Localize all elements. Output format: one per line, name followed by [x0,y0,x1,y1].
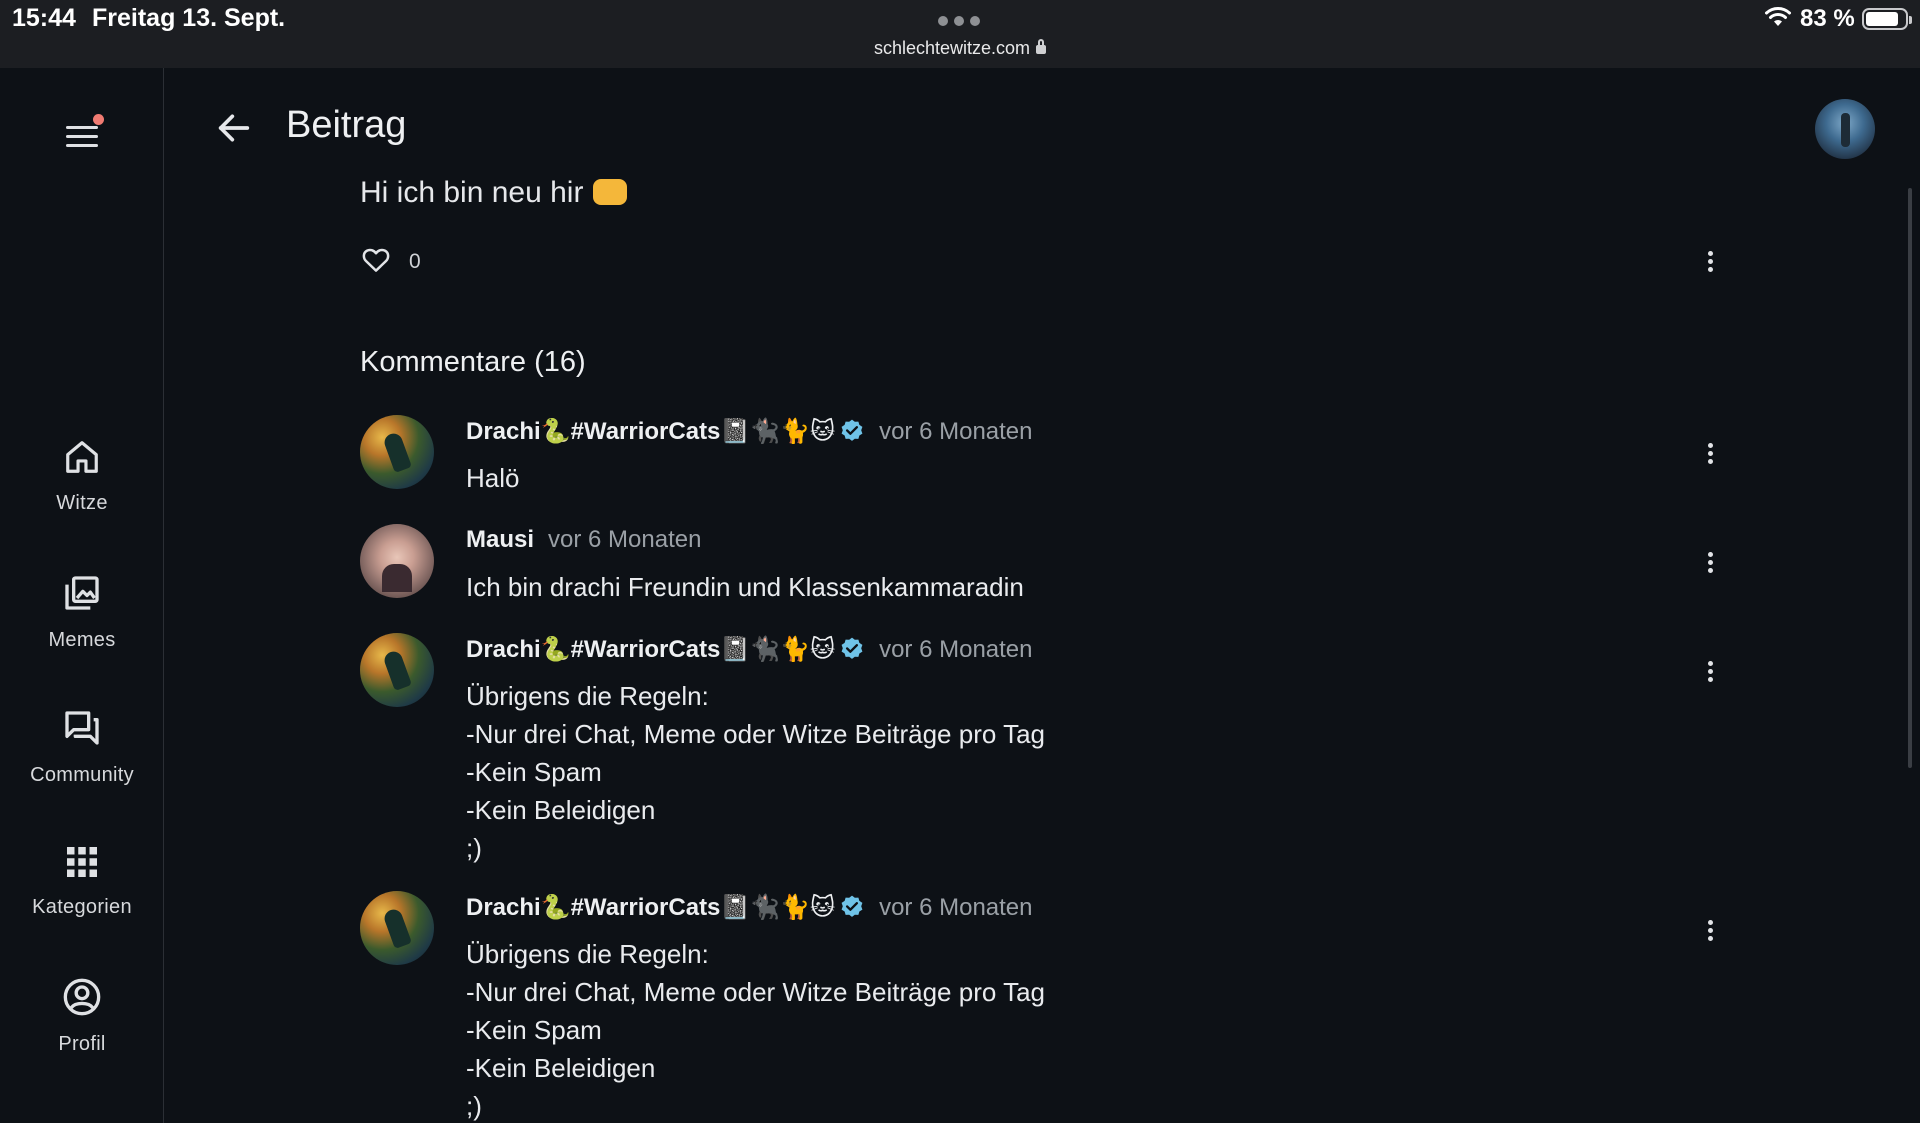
comment-avatar[interactable] [360,633,434,707]
verified-badge-icon [841,637,863,659]
battery-icon [1862,8,1912,30]
comment-body: Übrigens die Regeln: -Nur drei Chat, Mem… [466,681,1045,863]
nav-label: Profil [58,1033,106,1055]
nav-label: Community [30,764,134,786]
post-text: Hi ich bin neu hir [360,176,628,210]
comment-author[interactable]: Mausi [466,526,534,553]
status-bar: 15:44 Freitag 13. Sept. schlechtewitze.c… [0,0,1920,68]
nav-label: Memes [48,629,116,651]
comment-header: Drachi🐍#WarriorCats📓🐈‍⬛🐈🐱 vor 6 Monaten [466,635,1033,664]
verified-badge-icon [841,419,863,441]
page-title: Beitrag [286,104,407,146]
nav-label: Witze [56,492,108,514]
like-count: 0 [409,250,421,273]
comment-time: vor 6 Monaten [548,526,702,553]
browser-more-icon[interactable] [938,16,980,26]
comment-time: vor 6 Monaten [879,636,1033,663]
forum-icon [65,711,99,745]
comment-body: Übrigens die Regeln: -Nur drei Chat, Mem… [466,939,1045,1121]
battery-percent: 83 % [1800,5,1855,32]
comment-header: Drachi🐍#WarriorCats📓🐈‍⬛🐈🐱 vor 6 Monaten [466,417,1033,446]
nav-item-memes[interactable]: Memes [0,573,164,652]
account-circle-icon [63,978,101,1016]
comment-body: Ich bin drachi Freundin und Klassenkamma… [466,572,1024,602]
comment-time: vor 6 Monaten [879,418,1033,445]
comment-more-icon[interactable] [1698,549,1722,577]
verified-badge-icon [841,895,863,917]
nav-item-profil[interactable]: Profil [0,977,164,1056]
navigation-rail: Witze Memes Community Kategorien Profil [0,68,164,1123]
url-text: schlechtewitze.com [873,38,1031,58]
comments-title: Kommentare (16) [360,346,586,378]
emoji-icon [593,179,628,205]
comment-author[interactable]: Drachi🐍#WarriorCats📓🐈‍⬛🐈🐱 [466,894,835,921]
comment-more-icon[interactable] [1698,440,1722,468]
post-more-icon[interactable] [1698,248,1722,276]
nav-item-community[interactable]: Community [0,708,164,787]
wifi-icon [1765,7,1791,26]
post-text-content: Hi ich bin neu hir [360,176,584,209]
nav-item-witze[interactable]: Witze [0,438,164,515]
nav-item-kategorien[interactable]: Kategorien [0,844,164,919]
back-arrow-icon[interactable] [214,108,254,148]
status-date: Freitag 13. Sept. [92,4,286,32]
grid-icon [67,847,97,877]
status-time: 15:44 [12,4,76,32]
comment-more-icon[interactable] [1698,658,1722,686]
gallery-icon [65,576,99,610]
comment-header: Drachi🐍#WarriorCats📓🐈‍⬛🐈🐱 vor 6 Monaten [466,893,1033,922]
heart-icon[interactable] [360,245,392,275]
comment-author[interactable]: Drachi🐍#WarriorCats📓🐈‍⬛🐈🐱 [466,636,835,663]
notification-dot [93,114,104,125]
user-avatar[interactable] [1815,99,1875,159]
comment-time: vor 6 Monaten [879,894,1033,921]
menu-icon[interactable] [62,114,104,150]
scrollbar[interactable] [1908,188,1912,768]
comment-header: Mausi vor 6 Monaten [466,526,701,554]
lock-icon [1036,39,1047,54]
comment-avatar[interactable] [360,524,434,598]
comment-avatar[interactable] [360,891,434,965]
comment-avatar[interactable] [360,415,434,489]
nav-label: Kategorien [32,896,132,918]
home-icon [66,441,98,473]
comment-author[interactable]: Drachi🐍#WarriorCats📓🐈‍⬛🐈🐱 [466,418,835,445]
comment-more-icon[interactable] [1698,917,1722,945]
comment-body: Halö [466,463,520,493]
address-bar[interactable]: schlechtewitze.com [0,38,1920,59]
